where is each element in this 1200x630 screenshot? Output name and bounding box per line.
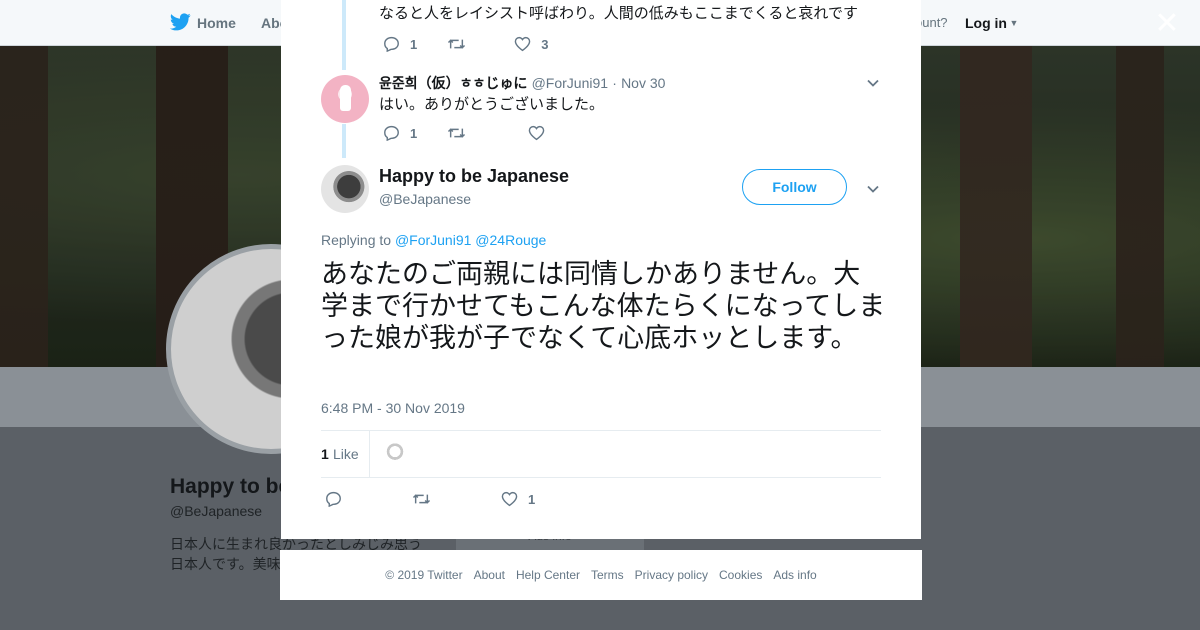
thread-line	[342, 124, 346, 158]
footer-link-terms[interactable]: Terms	[591, 568, 624, 582]
twitter-bird-icon[interactable]	[170, 13, 191, 31]
chevron-down-icon[interactable]	[866, 76, 880, 90]
caret-down-icon: ▼	[1007, 18, 1019, 28]
main-author-avatar[interactable]	[321, 165, 369, 213]
reply-author-handle[interactable]: @ForJuni91	[532, 75, 608, 91]
login-label[interactable]: Log in	[965, 15, 1007, 31]
login-link[interactable]: Log in ▼	[965, 15, 1018, 31]
liker-avatar[interactable]	[384, 442, 406, 466]
replying-to-user-link[interactable]: @ForJuni91	[395, 232, 471, 248]
tweet-modal: なると人をレイシスト呼ばわり。人間の低みもここまでくると哀れです 1 3 윤준희…	[281, 0, 921, 539]
footer-link-ads-info[interactable]: Ads info	[773, 568, 816, 582]
main-author-handle[interactable]: @BeJapanese	[379, 191, 471, 207]
reply-text: はい。ありがとうございました。	[379, 96, 605, 113]
close-icon[interactable]: ✕	[1154, 9, 1180, 39]
heart-icon	[514, 36, 531, 52]
reply-date[interactable]: Nov 30	[621, 75, 665, 91]
reply-icon	[384, 36, 399, 52]
nav-home-link[interactable]: Home	[197, 15, 236, 31]
like-action[interactable]	[528, 125, 555, 141]
reply-author-name[interactable]: 윤준희（仮）ㅎㅎじゅに	[379, 75, 527, 91]
retweet-icon	[412, 494, 431, 504]
like-action[interactable]: 3	[514, 36, 548, 52]
replying-to-line: Replying to @ForJuni91 @24Rouge	[321, 232, 546, 248]
reply-actions: 1	[383, 123, 585, 143]
reply-count: 1	[410, 36, 418, 52]
replying-to-user-link[interactable]: @24Rouge	[475, 232, 546, 248]
footer-link-help-center[interactable]: Help Center	[516, 568, 580, 582]
main-tweet-actions: 1	[325, 489, 565, 509]
retweet-icon	[448, 39, 466, 49]
chevron-down-icon[interactable]	[866, 182, 880, 196]
thread-line	[342, 0, 346, 70]
reply-action[interactable]: 1	[383, 36, 417, 52]
likes-stat-label[interactable]: Like	[333, 446, 359, 462]
likes-stat-count[interactable]: 1	[321, 446, 329, 462]
retweet-action[interactable]	[447, 126, 476, 140]
previous-reply-actions: 1 3	[383, 34, 578, 54]
avatar-figure	[340, 85, 351, 111]
previous-reply-text: なると人をレイシスト呼ばわり。人間の低みもここまでくると哀れです	[379, 5, 858, 22]
reply-count: 1	[410, 125, 418, 141]
like-count: 1	[528, 491, 536, 507]
tweet-timestamp[interactable]: 6:48 PM - 30 Nov 2019	[321, 400, 465, 416]
heart-icon	[528, 125, 545, 141]
footer-link-privacy[interactable]: Privacy policy	[635, 568, 708, 582]
footer: © 2019 Twitter About Help Center Terms P…	[280, 550, 922, 600]
reply-author-avatar[interactable]	[321, 75, 369, 123]
retweet-action[interactable]	[412, 492, 441, 506]
reply-icon	[384, 125, 399, 141]
like-action[interactable]: 1	[501, 491, 535, 507]
heart-icon	[501, 491, 518, 507]
tweet-stats: 1 Like	[321, 430, 881, 478]
reply-header: 윤준희（仮）ㅎㅎじゅに @ForJuni91 · Nov 30	[379, 73, 665, 93]
reply-icon	[326, 491, 341, 507]
footer-link-cookies[interactable]: Cookies	[719, 568, 762, 582]
separator-dot: ·	[612, 75, 617, 91]
retweet-icon	[448, 128, 466, 138]
footer-copyright: © 2019 Twitter	[385, 568, 463, 582]
main-tweet-text: あなたのご両親には同情しかありません。大学まで行かせてもこんな体たらくになってし…	[321, 259, 886, 353]
reply-action[interactable]	[325, 491, 352, 507]
profile-name: Happy to be	[170, 475, 291, 498]
main-author-name[interactable]: Happy to be Japanese	[379, 166, 569, 187]
replying-prefix: Replying to	[321, 232, 392, 248]
retweet-action[interactable]	[447, 37, 476, 51]
footer-link-about[interactable]: About	[474, 568, 505, 582]
stats-divider	[369, 431, 370, 477]
profile-handle: @BeJapanese	[170, 503, 263, 519]
like-count: 3	[541, 36, 549, 52]
reply-action[interactable]: 1	[383, 125, 417, 141]
follow-button[interactable]: Follow	[742, 169, 847, 205]
